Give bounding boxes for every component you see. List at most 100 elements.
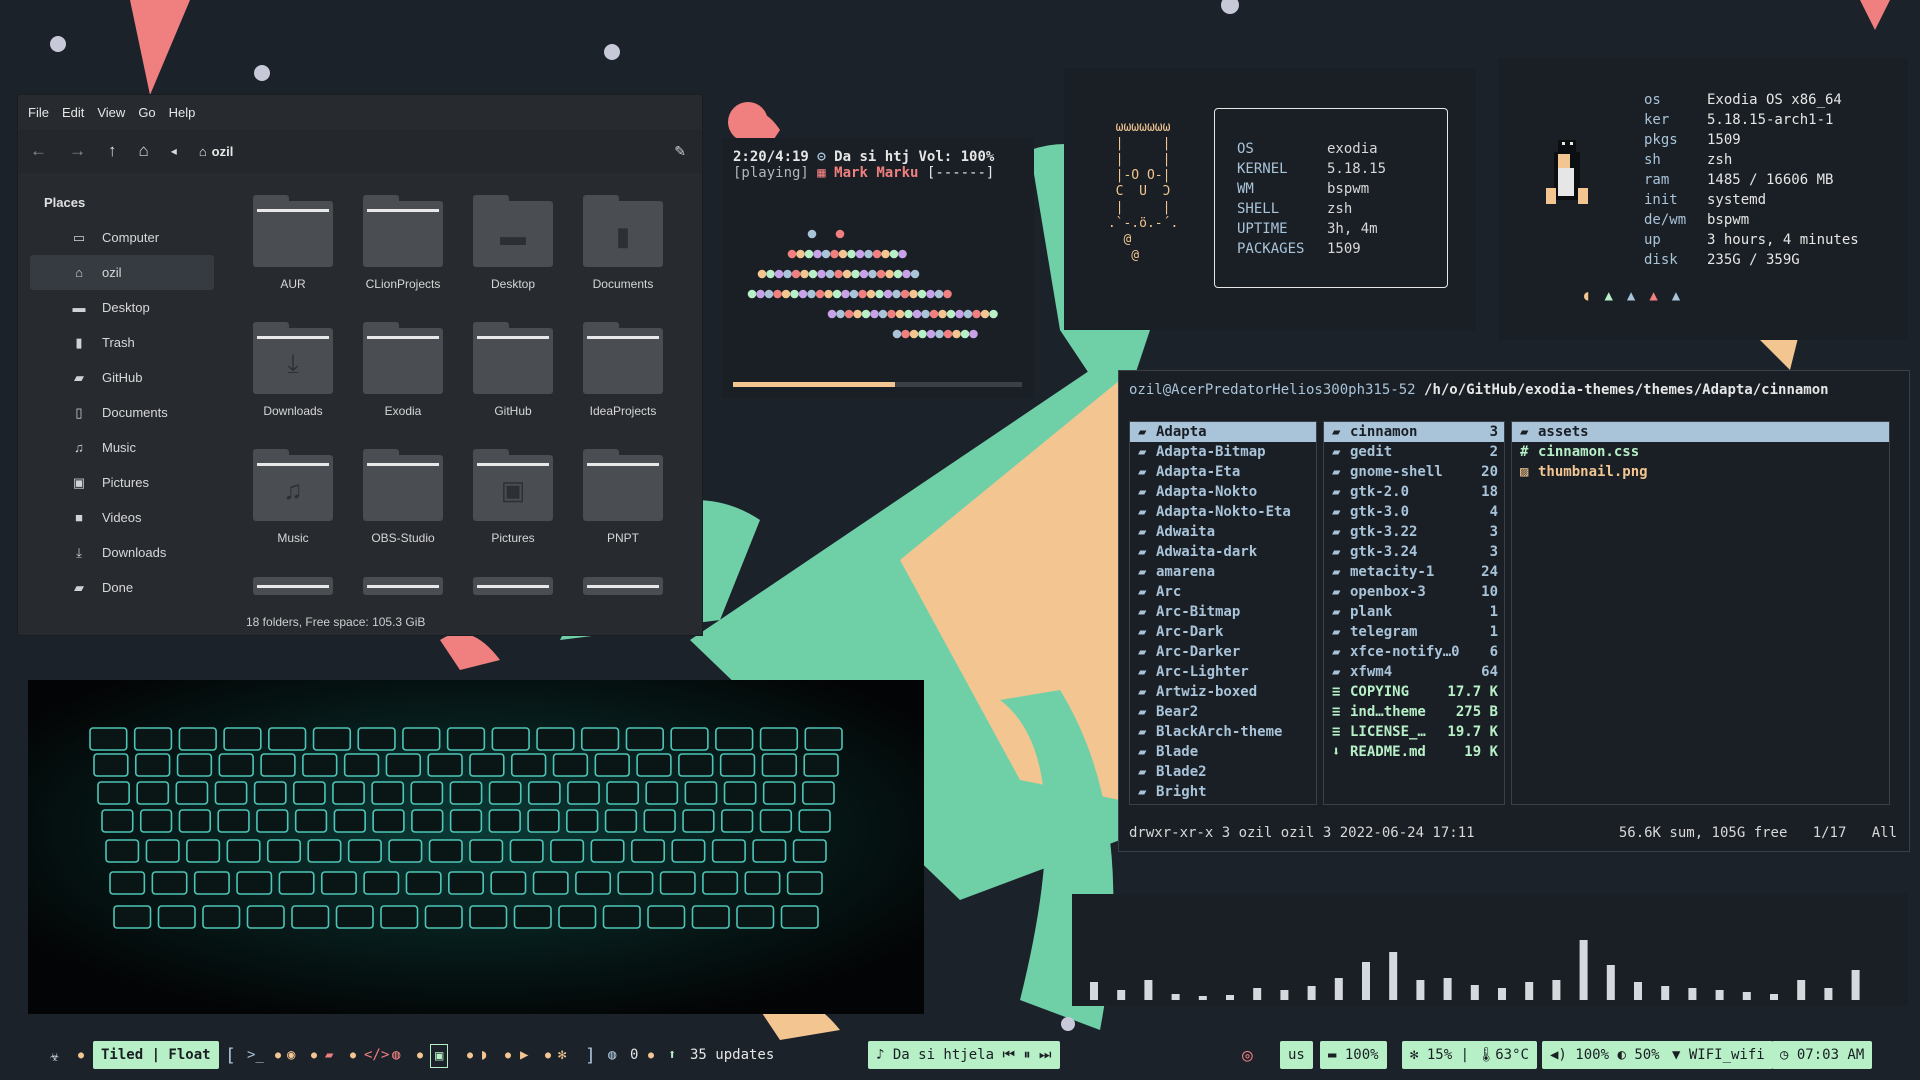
sidebar-item-documents[interactable]: ▯ Documents: [30, 395, 214, 430]
menu-view[interactable]: View: [97, 105, 125, 120]
sidebar-item-videos[interactable]: ■ Videos: [30, 500, 214, 535]
list-item[interactable]: ▰ Adapta-Eta: [1130, 462, 1316, 482]
folder-icon[interactable]: ▰: [325, 1038, 333, 1072]
list-item[interactable]: ▰ BlackArch-theme: [1130, 722, 1316, 742]
sidebar-item-github[interactable]: ▰ GitHub: [30, 360, 214, 395]
folder-item[interactable]: AUR: [238, 195, 348, 291]
list-item[interactable]: ▰ gtk-3.0 4: [1324, 502, 1504, 522]
folder-icon[interactable]: [473, 577, 553, 595]
track-progress-bar[interactable]: [733, 382, 1022, 387]
list-item[interactable]: ▰ gtk-3.24 3: [1324, 542, 1504, 562]
list-item[interactable]: ▰ xfce-notify…0 6: [1324, 642, 1504, 662]
list-item[interactable]: ▰ Bright: [1130, 782, 1316, 802]
folder-item[interactable]: ♫ Music: [238, 449, 348, 545]
folder-item[interactable]: ▮ Documents: [568, 195, 678, 291]
list-item[interactable]: ▰ amarena: [1130, 562, 1316, 582]
list-item[interactable]: ▰ Blade2: [1130, 762, 1316, 782]
list-item[interactable]: ≡ ind…theme 275 B: [1324, 702, 1504, 722]
folder-item[interactable]: OBS-Studio: [348, 449, 458, 545]
list-item[interactable]: ▰ Arc-Dark: [1130, 622, 1316, 642]
sidebar-item-ozil[interactable]: ⌂ ozil: [30, 255, 214, 290]
sidebar-item-desktop[interactable]: ▬ Desktop: [30, 290, 214, 325]
menu-help[interactable]: Help: [169, 105, 196, 120]
folder-item[interactable]: Exodia: [348, 322, 458, 418]
list-item[interactable]: ▰ Adapta-Nokto-Eta: [1130, 502, 1316, 522]
next-track-icon[interactable]: ⏭: [1030, 1047, 1052, 1063]
menu-file[interactable]: File: [28, 105, 49, 120]
list-item[interactable]: ≡ COPYING 17.7 K: [1324, 682, 1504, 702]
youtube-icon[interactable]: ▶: [520, 1038, 528, 1072]
back-arrow-icon[interactable]: ←: [30, 141, 47, 161]
folder-icon[interactable]: [363, 577, 443, 595]
list-item[interactable]: ▰ Adwaita-dark: [1130, 542, 1316, 562]
folder-item[interactable]: ⤓ Downloads: [238, 322, 348, 418]
clock-widget[interactable]: ◷ 07:03 AM: [1772, 1041, 1873, 1069]
breadcrumb[interactable]: ⌂ ozil: [199, 144, 234, 159]
forward-arrow-icon[interactable]: →: [69, 141, 86, 161]
list-item[interactable]: ▰ openbox-3 10: [1324, 582, 1504, 602]
list-item[interactable]: ▰ Adapta-Bitmap: [1130, 442, 1316, 462]
sidebar-item-computer[interactable]: ▭ Computer: [30, 220, 214, 255]
battery-widget[interactable]: ▬ 100%: [1320, 1041, 1387, 1069]
list-item[interactable]: ▰ Artwiz-boxed: [1130, 682, 1316, 702]
list-item[interactable]: ▰ Blade: [1130, 742, 1316, 762]
list-item[interactable]: ▰ plank 1: [1324, 602, 1504, 622]
chat-icon[interactable]: ◗: [480, 1038, 488, 1072]
terminal-icon[interactable]: >_: [247, 1038, 264, 1072]
sidebar-item-trash[interactable]: ▮ Trash: [30, 325, 214, 360]
list-item[interactable]: ▰ Adapta: [1130, 422, 1316, 442]
sidebar-item-pictures[interactable]: ▣ Pictures: [30, 465, 214, 500]
list-item[interactable]: ▰ gedit 2: [1324, 442, 1504, 462]
list-item[interactable]: ▰ cinnamon 3: [1324, 422, 1504, 442]
list-item[interactable]: ▰ gtk-3.22 3: [1324, 522, 1504, 542]
wifi-widget[interactable]: ▼ WIFI_wifi: [1664, 1041, 1773, 1069]
list-item[interactable]: ≡ LICENSE_… 19.7 K: [1324, 722, 1504, 742]
folder-item[interactable]: IdeaProjects: [568, 322, 678, 418]
updates-count[interactable]: 35 updates: [690, 1038, 774, 1072]
list-item[interactable]: ▰ Adapta-Nokto: [1130, 482, 1316, 502]
github-icon[interactable]: ◍: [608, 1038, 616, 1072]
gear-icon[interactable]: ✻: [558, 1038, 566, 1072]
firefox-icon[interactable]: ◉: [287, 1038, 295, 1072]
code-icon[interactable]: </>: [364, 1038, 389, 1072]
menu-edit[interactable]: Edit: [62, 105, 84, 120]
updates-icon[interactable]: ⬆: [668, 1038, 676, 1072]
volume-brightness-widget[interactable]: ◀) 100% ◐ 50%: [1542, 1041, 1668, 1069]
list-item[interactable]: ▰ Bear2: [1130, 702, 1316, 722]
edit-location-icon[interactable]: ✎: [674, 143, 686, 160]
folder-item[interactable]: GitHub: [458, 322, 568, 418]
list-item[interactable]: ▰ Arc-Lighter: [1130, 662, 1316, 682]
folder-item[interactable]: ▬ Desktop: [458, 195, 568, 291]
list-item[interactable]: ▰ telegram 1: [1324, 622, 1504, 642]
list-item[interactable]: ▰ xfwm4 64: [1324, 662, 1504, 682]
arch-icon[interactable]: ◎: [1242, 1038, 1253, 1072]
list-item[interactable]: # cinnamon.css: [1512, 442, 1889, 462]
now-playing-widget[interactable]: ♪ Da si htjela ⏮ ⏸ ⏭: [868, 1041, 1060, 1069]
list-item[interactable]: ▰ Arc-Bitmap: [1130, 602, 1316, 622]
keyboard-layout[interactable]: us: [1280, 1041, 1313, 1069]
biohazard-icon[interactable]: ☣: [50, 1038, 60, 1072]
sidebar-item-done[interactable]: ▰ Done: [30, 570, 214, 605]
list-item[interactable]: ⬇ README.md 19 K: [1324, 742, 1504, 762]
list-item[interactable]: ▰ assets: [1512, 422, 1889, 442]
folder-icon[interactable]: [583, 577, 663, 595]
layout-mode-toggle[interactable]: Tiled | Float: [93, 1041, 219, 1069]
list-item[interactable]: ▰ gnome-shell 20: [1324, 462, 1504, 482]
list-item[interactable]: ▨ thumbnail.png: [1512, 462, 1889, 482]
list-item[interactable]: ▰ Arc-Darker: [1130, 642, 1316, 662]
list-item[interactable]: ▰ metacity-1 24: [1324, 562, 1504, 582]
folder-icon[interactable]: [253, 577, 333, 595]
cpu-temp-widget[interactable]: ✻ 15% | 🌡 63°C: [1402, 1041, 1537, 1069]
chevron-left-icon[interactable]: ◂: [171, 144, 177, 158]
sidebar-item-music[interactable]: ♫ Music: [30, 430, 214, 465]
window-manager-icon[interactable]: ▣: [430, 1044, 449, 1068]
folder-item[interactable]: ▣ Pictures: [458, 449, 568, 545]
list-item[interactable]: ▰ Arc: [1130, 582, 1316, 602]
github-icon[interactable]: ◍: [392, 1038, 400, 1072]
list-item[interactable]: ▰ Adwaita: [1130, 522, 1316, 542]
pause-icon[interactable]: ⏸: [1015, 1047, 1030, 1063]
previous-track-icon[interactable]: ⏮: [994, 1047, 1015, 1063]
up-arrow-icon[interactable]: ↑: [108, 141, 117, 161]
home-icon[interactable]: ⌂: [139, 141, 149, 161]
folder-item[interactable]: CLionProjects: [348, 195, 458, 291]
